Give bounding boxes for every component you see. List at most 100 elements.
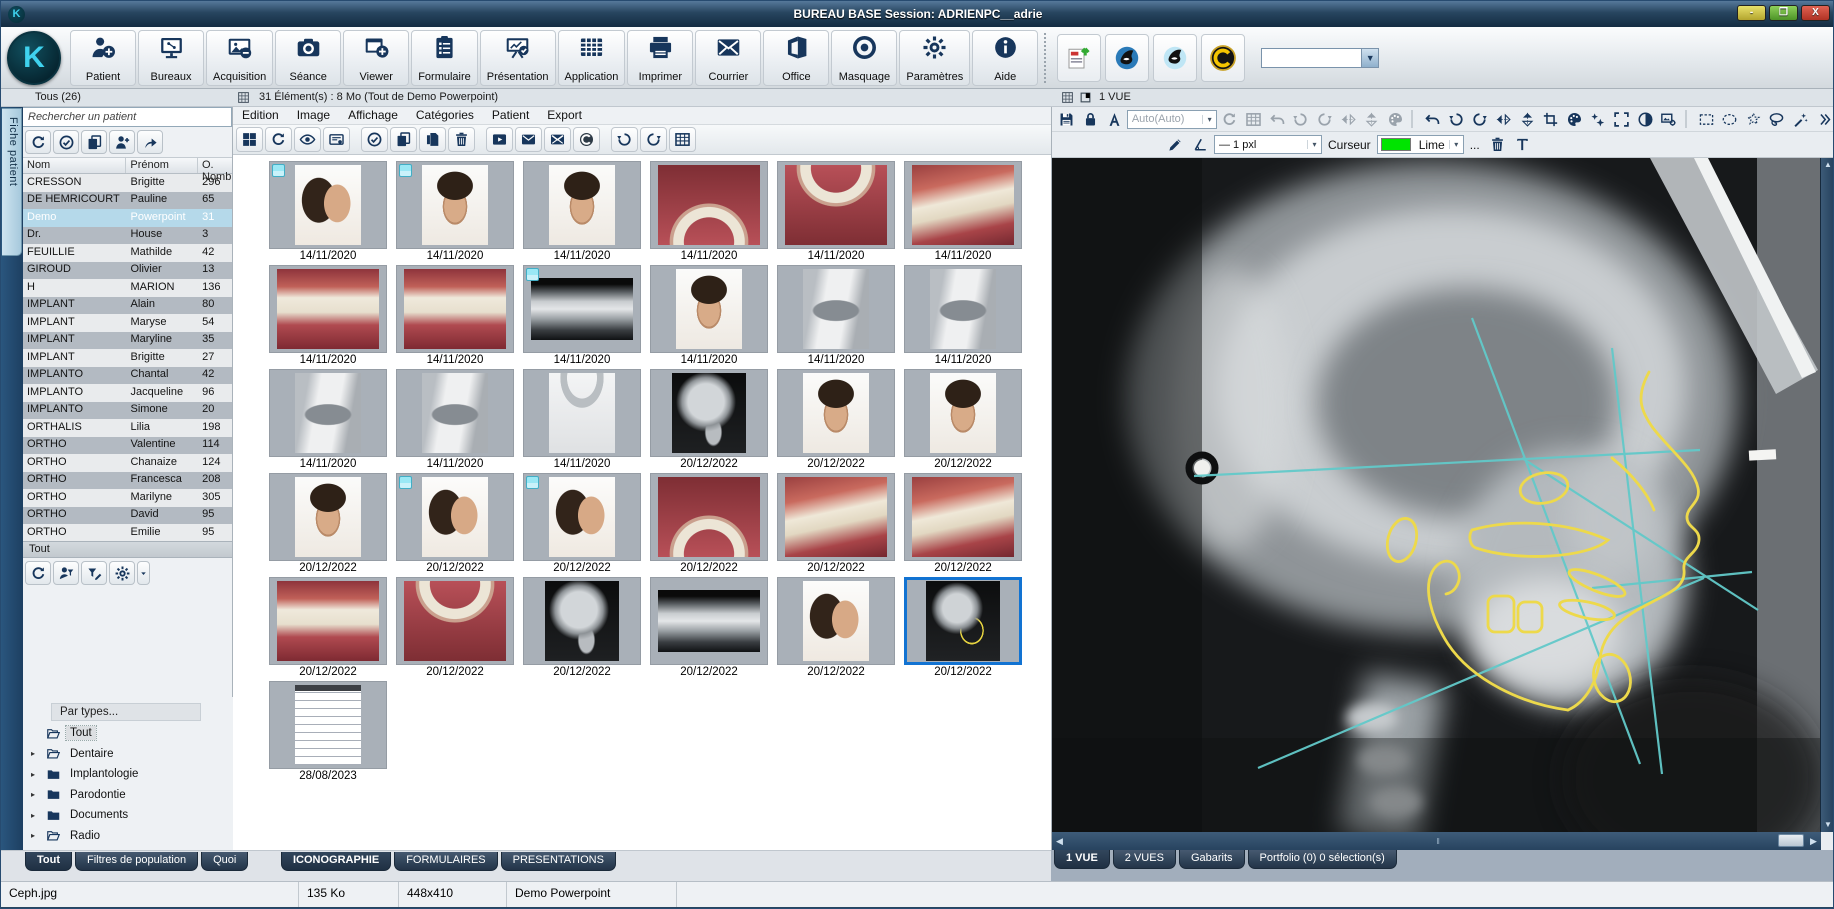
minimize-button[interactable]: - <box>1737 5 1766 21</box>
patient-row[interactable]: IMPLANTOSimone20 <box>23 402 232 420</box>
thumbnail-model[interactable] <box>904 265 1022 353</box>
gallery-tool-rotate-right[interactable] <box>640 127 667 152</box>
quick-button-c-logo[interactable] <box>1201 34 1245 82</box>
viewer-tool-image-settings[interactable] <box>1658 109 1680 130</box>
thumbnail-model[interactable] <box>777 265 895 353</box>
filter-action-refresh[interactable] <box>25 561 51 585</box>
maximize-button[interactable]: ❐ <box>1769 5 1798 21</box>
toolbar-button-office[interactable]: Office <box>763 30 829 86</box>
patient-row[interactable]: GIROUDOlivier13 <box>23 262 232 280</box>
viewer-tool-rotate-right[interactable] <box>1469 109 1491 130</box>
viewer-tool-rotate-right[interactable] <box>1314 109 1336 130</box>
close-button[interactable]: X <box>1801 5 1830 21</box>
patient-row[interactable]: CRESSONBrigitte296 <box>23 174 232 192</box>
expand-arrow-icon[interactable]: ▸ <box>31 811 40 820</box>
tab-tout[interactable]: Tout <box>25 852 72 871</box>
vertical-scrollbar[interactable]: ▲▼ <box>1820 158 1834 832</box>
tree-header[interactable]: Par types... <box>51 703 201 721</box>
viewer-tool-table[interactable] <box>1243 109 1265 130</box>
filter-action-filter-user[interactable] <box>53 561 79 585</box>
patient-row[interactable]: IMPLANTBrigitte27 <box>23 349 232 367</box>
patient-row[interactable]: IMPLANTMaryline35 <box>23 332 232 350</box>
gallery-tool-paste[interactable] <box>419 127 446 152</box>
toolbar-combobox[interactable]: ▼ <box>1261 48 1379 68</box>
viewer-tool-undo[interactable] <box>1266 109 1288 130</box>
gallery-tool-table[interactable] <box>669 127 696 152</box>
viewer-tool-chevron[interactable] <box>1813 109 1834 130</box>
thumbnail-photo-profile[interactable] <box>777 577 895 665</box>
viewer-tool-angle[interactable] <box>1189 134 1212 155</box>
thumbnail-intra-arch-lower[interactable] <box>777 161 895 249</box>
sidebar-action-copy[interactable] <box>81 130 107 154</box>
menu-export[interactable]: Export <box>538 107 591 124</box>
gallery-tool-windows[interactable] <box>236 127 263 152</box>
thumbnail-model[interactable] <box>269 369 387 457</box>
toolbar-button-seance[interactable]: Séance <box>275 30 341 86</box>
patient-row[interactable]: ORTHOFrancesca208 <box>23 472 232 490</box>
search-input[interactable] <box>23 107 232 127</box>
thumbnail-photo-face[interactable] <box>269 473 387 561</box>
thumbnail-photo-profile[interactable] <box>396 473 514 561</box>
viewer-tool-select-rect[interactable] <box>1695 109 1717 130</box>
patient-row[interactable]: ORTHODavid95 <box>23 507 232 525</box>
menu-image[interactable]: Image <box>288 107 339 124</box>
thumbnail-photo-face[interactable] <box>904 369 1022 457</box>
expand-arrow-icon[interactable]: ▸ <box>31 831 40 840</box>
stroke-width-select[interactable]: — 1 pxl▾ <box>1214 135 1322 154</box>
viewer-tool-pencil[interactable] <box>1164 134 1187 155</box>
thumbnail-intra-front[interactable] <box>269 265 387 353</box>
viewer-tool-flip-v[interactable] <box>1516 109 1538 130</box>
viewer-tool-sparkle[interactable] <box>1587 109 1609 130</box>
tree-item-radio[interactable]: ▸Radio <box>23 826 233 847</box>
column-header-pr-nom[interactable]: Prénom <box>126 158 198 173</box>
toolbar-button-acquisition[interactable]: Acquisition <box>206 30 273 86</box>
gallery-tool-trash[interactable] <box>448 127 475 152</box>
tab-iconographie[interactable]: ICONOGRAPHIE <box>281 852 391 871</box>
quick-button-pdf-export[interactable] <box>1057 34 1101 82</box>
patient-row[interactable]: DemoPowerpoint31 <box>23 209 232 227</box>
menu-cat-gories[interactable]: Catégories <box>407 107 483 124</box>
thumbnail-photo-profile[interactable] <box>523 473 641 561</box>
tree-item-documents[interactable]: ▸Documents <box>23 805 233 826</box>
scrollbar-thumb[interactable] <box>1778 834 1804 847</box>
cephalometric-xray-image[interactable] <box>1052 158 1821 832</box>
viewer-tool-rotate-left[interactable] <box>1445 109 1467 130</box>
filter-action-filter-edit[interactable] <box>81 561 107 585</box>
patient-row[interactable]: IMPLANTOJacqueline96 <box>23 384 232 402</box>
thumbnail-photo-face[interactable] <box>523 161 641 249</box>
patient-row[interactable]: ORTHOValentine114 <box>23 437 232 455</box>
toolbar-button-courrier[interactable]: Courrier <box>695 30 761 86</box>
thumbnail-model[interactable] <box>396 369 514 457</box>
viewer-tool-palette[interactable] <box>1384 109 1406 130</box>
tree-item-implantologie[interactable]: ▸Implantologie <box>23 764 233 785</box>
tab-filtres-de-population[interactable]: Filtres de population <box>75 852 198 871</box>
patient-row[interactable]: ORTHOChanaize124 <box>23 454 232 472</box>
viewer-tool-wand[interactable] <box>1790 109 1812 130</box>
quick-button-orca[interactable] <box>1105 34 1149 82</box>
filter-action-caret[interactable] <box>137 561 150 585</box>
patient-row[interactable]: DE HEMRICOURTPauline65 <box>23 192 232 210</box>
toolbar-button-parametres[interactable]: Paramètres <box>899 30 970 86</box>
horizontal-scrollbar[interactable]: ◀‖▶ <box>1052 832 1821 850</box>
tab-formulaires[interactable]: FORMULAIRES <box>394 852 497 871</box>
thumbnail-xray-skull[interactable] <box>523 577 641 665</box>
patient-row[interactable]: HMARION136 <box>23 279 232 297</box>
viewer-tool-lock[interactable] <box>1080 109 1102 130</box>
viewer-tool-rotate-left[interactable] <box>1290 109 1312 130</box>
tree-item-tout[interactable]: Tout <box>23 723 233 744</box>
menu-affichage[interactable]: Affichage <box>339 107 407 124</box>
tab-portfolio-0-0-s-lection-s[interactable]: Portfolio (0) 0 sélection(s) <box>1248 850 1397 869</box>
toolbar-button-application[interactable]: Application <box>558 30 626 86</box>
toolbar-button-presentation[interactable]: Présentation <box>480 30 556 86</box>
tab-fiche-patient[interactable]: Fiche patient <box>2 108 22 256</box>
gallery-tool-refresh[interactable] <box>265 127 292 152</box>
gallery-tool-c-logo-dark[interactable] <box>573 127 600 152</box>
toolbar-button-viewer[interactable]: Viewer <box>343 30 409 86</box>
color-select[interactable]: Lime▾ <box>1377 135 1464 154</box>
viewer-tool-flip-v[interactable] <box>1361 109 1383 130</box>
viewer-tool-trash[interactable] <box>1486 134 1509 155</box>
thumbnail-document[interactable] <box>269 681 387 769</box>
gallery-tool-mail[interactable] <box>515 127 542 152</box>
filter-action-parametres[interactable] <box>109 561 135 585</box>
gallery-tool-validate[interactable] <box>361 127 388 152</box>
